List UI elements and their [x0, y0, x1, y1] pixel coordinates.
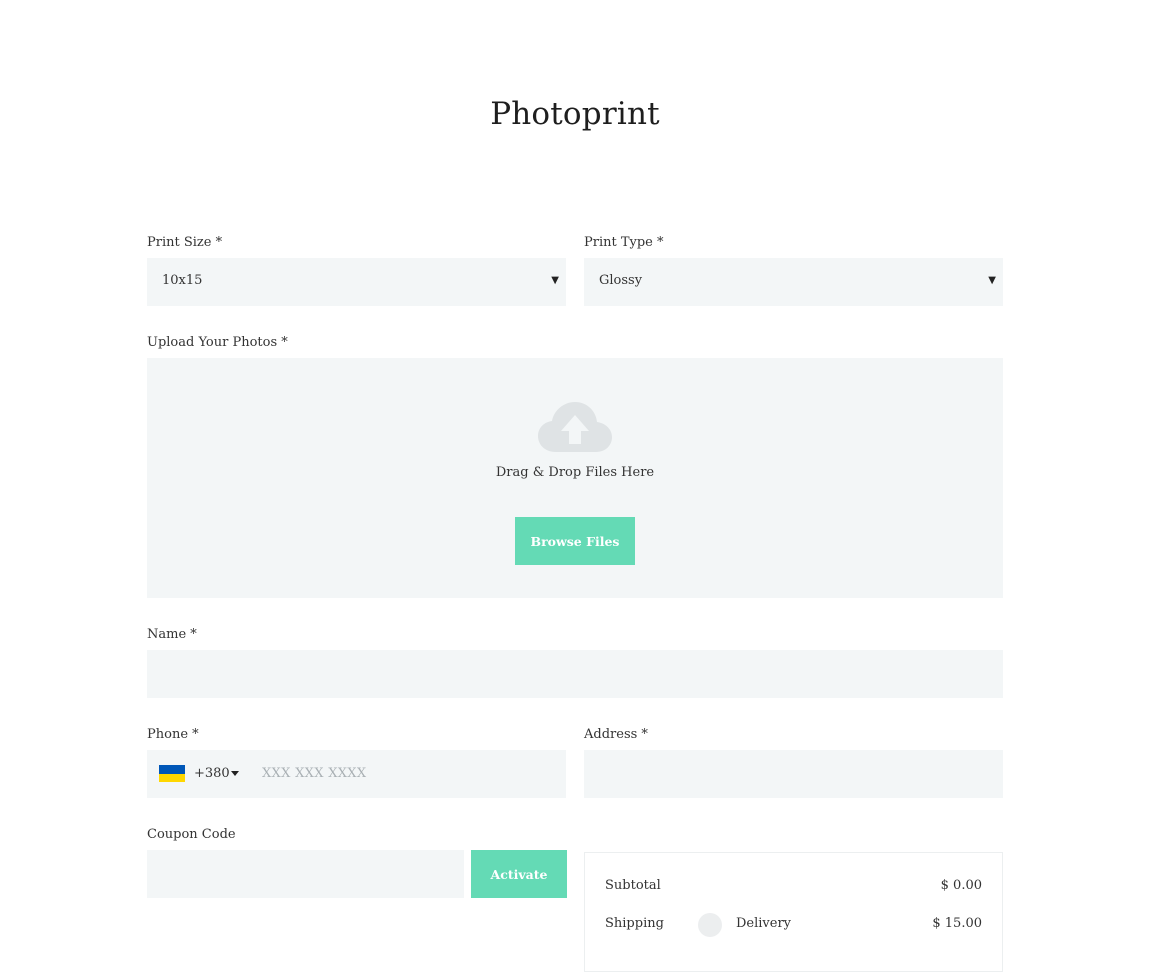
print-size-label: Print Size * — [147, 235, 223, 250]
coupon-label: Coupon Code — [147, 827, 236, 842]
dial-code[interactable]: +380 — [194, 766, 230, 781]
cloud-upload-icon — [538, 402, 612, 452]
phone-input[interactable]: +380 XXX XXX XXXX — [147, 750, 566, 798]
chevron-down-icon: ▼ — [551, 275, 559, 286]
print-size-select[interactable]: 10x15 ▼ — [147, 258, 566, 306]
name-label: Name * — [147, 627, 197, 642]
browse-files-button[interactable]: Browse Files — [515, 517, 635, 565]
coupon-input[interactable] — [147, 850, 464, 898]
delivery-option-label[interactable]: Delivery — [736, 916, 791, 931]
print-type-label: Print Type * — [584, 235, 664, 250]
ukraine-flag-icon[interactable] — [159, 765, 185, 782]
name-input[interactable] — [147, 650, 1003, 698]
activate-button[interactable]: Activate — [471, 850, 567, 898]
phone-label: Phone * — [147, 727, 199, 742]
chevron-down-icon[interactable] — [231, 771, 239, 776]
chevron-down-icon: ▼ — [988, 275, 996, 286]
shipping-value: $ 15.00 — [932, 916, 982, 931]
subtotal-value: $ 0.00 — [940, 878, 982, 893]
shipping-label: Shipping — [605, 916, 664, 931]
address-label: Address * — [584, 727, 648, 742]
order-summary: Subtotal $ 0.00 Shipping Delivery $ 15.0… — [584, 852, 1003, 972]
upload-label: Upload Your Photos * — [147, 335, 288, 350]
address-input[interactable] — [584, 750, 1003, 798]
print-size-value: 10x15 — [162, 273, 203, 288]
page-title: Photoprint — [490, 96, 660, 132]
upload-dropzone[interactable]: Drag & Drop Files Here Browse Files — [147, 358, 1003, 598]
delivery-radio[interactable] — [698, 913, 722, 937]
print-type-select[interactable]: Glossy ▼ — [584, 258, 1003, 306]
phone-placeholder: XXX XXX XXXX — [262, 766, 367, 781]
subtotal-label: Subtotal — [605, 878, 661, 893]
drop-text: Drag & Drop Files Here — [495, 465, 655, 480]
print-type-value: Glossy — [599, 273, 643, 288]
